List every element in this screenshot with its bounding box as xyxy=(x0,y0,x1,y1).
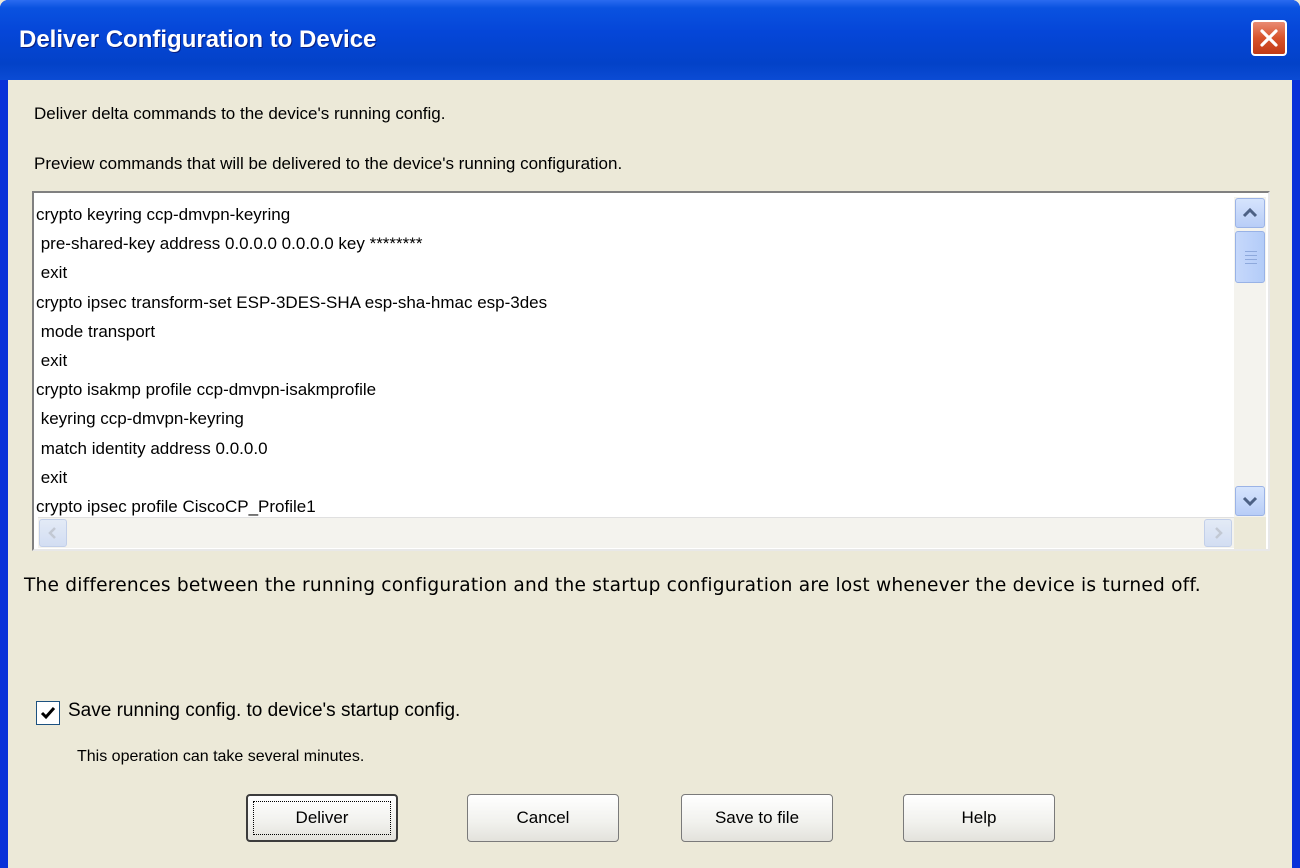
horizontal-scrollbar[interactable] xyxy=(38,517,1234,548)
deliver-button-label: Deliver xyxy=(295,808,349,827)
cancel-button-label: Cancel xyxy=(516,808,570,827)
command-line: match identity address 0.0.0.0 xyxy=(36,438,268,458)
command-line: crypto ipsec profile CiscoCP_Profile1 xyxy=(36,496,316,516)
chevron-up-icon xyxy=(1242,207,1258,218)
command-line: crypto isakmp profile ccp-dmvpn-isakmpro… xyxy=(36,380,377,400)
checkmark-icon xyxy=(40,707,56,720)
command-line: exit xyxy=(36,350,68,370)
save-startup-checkbox[interactable] xyxy=(36,701,60,725)
command-line: mode transport xyxy=(36,321,156,341)
close-icon xyxy=(1260,29,1278,47)
chevron-left-icon xyxy=(48,527,56,539)
deliver-button[interactable]: Deliver xyxy=(246,794,398,842)
vertical-scrollbar[interactable] xyxy=(1234,197,1266,517)
grip-line xyxy=(1245,259,1257,260)
help-button[interactable]: Help xyxy=(903,794,1055,842)
command-line: exit xyxy=(36,467,68,487)
help-button-label: Help xyxy=(961,808,997,827)
warning-text: The differences between the running conf… xyxy=(24,575,1201,596)
commands-preview[interactable]: crypto keyring ccp-dmvpn-keyring pre-sha… xyxy=(32,191,1270,551)
commands-list: crypto keyring ccp-dmvpn-keyring pre-sha… xyxy=(34,200,1230,520)
cancel-button[interactable]: Cancel xyxy=(467,794,619,842)
scroll-up-button[interactable] xyxy=(1235,198,1265,228)
save-startup-label[interactable]: Save running config. to device's startup… xyxy=(68,700,460,722)
command-line: exit xyxy=(36,263,68,283)
preview-label: Preview commands that will be delivered … xyxy=(34,154,623,173)
close-button[interactable] xyxy=(1251,20,1287,56)
chevron-right-icon xyxy=(1215,527,1223,539)
command-line: crypto keyring ccp-dmvpn-keyring xyxy=(36,205,291,224)
dialog-title: Deliver Configuration to Device xyxy=(19,26,377,53)
grip-line xyxy=(1245,251,1257,252)
scroll-right-button[interactable] xyxy=(1204,519,1232,547)
operation-note: This operation can take several minutes. xyxy=(77,748,365,765)
scrollbar-corner xyxy=(1234,517,1266,549)
command-line: pre-shared-key address 0.0.0.0 0.0.0.0 k… xyxy=(36,234,423,254)
scroll-down-button[interactable] xyxy=(1235,486,1265,516)
scroll-left-button[interactable] xyxy=(39,519,67,547)
command-line: crypto ipsec transform-set ESP-3DES-SHA … xyxy=(36,292,548,312)
dialog-window: Deliver Configuration to Device Deliver … xyxy=(0,0,1300,868)
vertical-scroll-thumb[interactable] xyxy=(1235,231,1265,283)
title-bar[interactable]: Deliver Configuration to Device xyxy=(0,0,1300,80)
grip-line xyxy=(1245,263,1257,264)
save-to-file-button[interactable]: Save to file xyxy=(681,794,833,842)
grip-line xyxy=(1245,255,1257,256)
save-to-file-button-label: Save to file xyxy=(714,808,800,827)
dialog-body: Deliver delta commands to the device's r… xyxy=(8,80,1292,868)
chevron-down-icon xyxy=(1242,496,1258,507)
command-line: keyring ccp-dmvpn-keyring xyxy=(36,409,244,429)
intro-text: Deliver delta commands to the device's r… xyxy=(34,104,446,123)
